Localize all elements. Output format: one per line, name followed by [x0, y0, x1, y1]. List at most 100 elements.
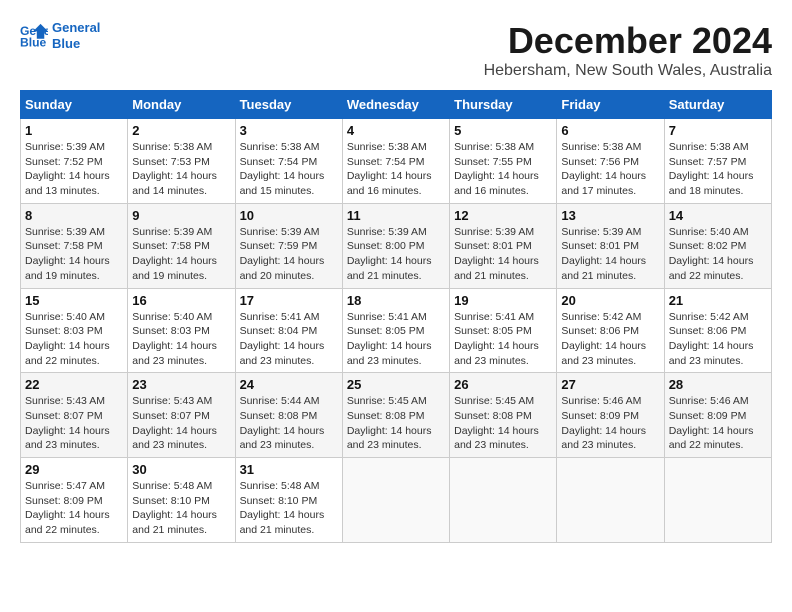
weekday-header-sunday: Sunday — [21, 91, 128, 119]
day-cell-11: 11Sunrise: 5:39 AM Sunset: 8:00 PM Dayli… — [342, 203, 449, 288]
day-info: Sunrise: 5:38 AM Sunset: 7:57 PM Dayligh… — [669, 140, 767, 199]
calendar-title: December 2024 — [484, 20, 772, 62]
day-info: Sunrise: 5:46 AM Sunset: 8:09 PM Dayligh… — [669, 394, 767, 453]
day-info: Sunrise: 5:38 AM Sunset: 7:54 PM Dayligh… — [240, 140, 338, 199]
calendar-table: SundayMondayTuesdayWednesdayThursdayFrid… — [20, 90, 772, 543]
weekday-header-wednesday: Wednesday — [342, 91, 449, 119]
weekday-header-friday: Friday — [557, 91, 664, 119]
day-cell-30: 30 Sunrise: 5:48 AM Sunset: 8:10 PM Dayli… — [128, 458, 235, 543]
day-info: Sunrise: 5:48 AM Sunset: 8:10 PM Dayligh… — [240, 479, 338, 538]
day-number: 25 — [347, 377, 445, 392]
logo-icon: General Blue — [20, 22, 48, 50]
day-number: 17 — [240, 293, 338, 308]
day-info: Sunrise: 5:44 AM Sunset: 8:08 PM Dayligh… — [240, 394, 338, 453]
day-info: Sunrise: 5:48 AM Sunset: 8:10 PM Dayligh… — [132, 479, 230, 538]
day-info: Sunrise: 5:39 AM Sunset: 7:58 PM Dayligh… — [25, 225, 123, 284]
day-cell-5: 5Sunrise: 5:38 AM Sunset: 7:55 PM Daylig… — [450, 119, 557, 204]
logo: General Blue General Blue — [20, 20, 100, 51]
day-cell-16: 16 Sunrise: 5:40 AM Sunset: 8:03 PM Dayli… — [128, 288, 235, 373]
day-cell-9: 9 Sunrise: 5:39 AM Sunset: 7:58 PM Daylig… — [128, 203, 235, 288]
header: General Blue General Blue December 2024 … — [20, 20, 772, 80]
day-number: 22 — [25, 377, 123, 392]
day-cell-1: 1Sunrise: 5:39 AM Sunset: 7:52 PM Daylig… — [21, 119, 128, 204]
day-number: 28 — [669, 377, 767, 392]
day-info: Sunrise: 5:42 AM Sunset: 8:06 PM Dayligh… — [561, 310, 659, 369]
day-info: Sunrise: 5:39 AM Sunset: 8:01 PM Dayligh… — [561, 225, 659, 284]
day-number: 30 — [132, 462, 230, 477]
day-info: Sunrise: 5:40 AM Sunset: 8:03 PM Dayligh… — [132, 310, 230, 369]
day-cell-10: 10Sunrise: 5:39 AM Sunset: 7:59 PM Dayli… — [235, 203, 342, 288]
day-number: 20 — [561, 293, 659, 308]
empty-cell — [664, 458, 771, 543]
day-number: 1 — [25, 123, 123, 138]
day-cell-2: 2 Sunrise: 5:38 AM Sunset: 7:53 PM Daylig… — [128, 119, 235, 204]
week-row-2: 8 Sunrise: 5:39 AM Sunset: 7:58 PM Daylig… — [21, 203, 772, 288]
day-info: Sunrise: 5:46 AM Sunset: 8:09 PM Dayligh… — [561, 394, 659, 453]
day-number: 15 — [25, 293, 123, 308]
day-cell-24: 24 Sunrise: 5:44 AM Sunset: 8:08 PM Dayli… — [235, 373, 342, 458]
day-number: 21 — [669, 293, 767, 308]
day-info: Sunrise: 5:41 AM Sunset: 8:04 PM Dayligh… — [240, 310, 338, 369]
empty-cell — [342, 458, 449, 543]
day-number: 24 — [240, 377, 338, 392]
day-cell-31: 31 Sunrise: 5:48 AM Sunset: 8:10 PM Dayli… — [235, 458, 342, 543]
day-cell-17: 17 Sunrise: 5:41 AM Sunset: 8:04 PM Dayli… — [235, 288, 342, 373]
day-cell-29: 29 Sunrise: 5:47 AM Sunset: 8:09 PM Dayli… — [21, 458, 128, 543]
day-number: 2 — [132, 123, 230, 138]
day-number: 4 — [347, 123, 445, 138]
weekday-header-tuesday: Tuesday — [235, 91, 342, 119]
empty-cell — [557, 458, 664, 543]
day-number: 8 — [25, 208, 123, 223]
week-row-1: 1Sunrise: 5:39 AM Sunset: 7:52 PM Daylig… — [21, 119, 772, 204]
calendar-subtitle: Hebersham, New South Wales, Australia — [484, 62, 772, 80]
empty-cell — [450, 458, 557, 543]
week-row-4: 22Sunrise: 5:43 AM Sunset: 8:07 PM Dayli… — [21, 373, 772, 458]
day-cell-12: 12 Sunrise: 5:39 AM Sunset: 8:01 PM Dayli… — [450, 203, 557, 288]
day-number: 13 — [561, 208, 659, 223]
day-number: 9 — [132, 208, 230, 223]
day-number: 11 — [347, 208, 445, 223]
day-number: 12 — [454, 208, 552, 223]
day-cell-18: 18Sunrise: 5:41 AM Sunset: 8:05 PM Dayli… — [342, 288, 449, 373]
week-row-3: 15 Sunrise: 5:40 AM Sunset: 8:03 PM Dayli… — [21, 288, 772, 373]
day-cell-13: 13 Sunrise: 5:39 AM Sunset: 8:01 PM Dayli… — [557, 203, 664, 288]
day-cell-20: 20 Sunrise: 5:42 AM Sunset: 8:06 PM Dayli… — [557, 288, 664, 373]
day-cell-22: 22Sunrise: 5:43 AM Sunset: 8:07 PM Dayli… — [21, 373, 128, 458]
day-cell-14: 14 Sunrise: 5:40 AM Sunset: 8:02 PM Dayli… — [664, 203, 771, 288]
day-cell-25: 25 Sunrise: 5:45 AM Sunset: 8:08 PM Dayli… — [342, 373, 449, 458]
day-cell-4: 4Sunrise: 5:38 AM Sunset: 7:54 PM Daylig… — [342, 119, 449, 204]
day-cell-15: 15 Sunrise: 5:40 AM Sunset: 8:03 PM Dayli… — [21, 288, 128, 373]
day-info: Sunrise: 5:38 AM Sunset: 7:56 PM Dayligh… — [561, 140, 659, 199]
weekday-header-saturday: Saturday — [664, 91, 771, 119]
day-info: Sunrise: 5:39 AM Sunset: 8:01 PM Dayligh… — [454, 225, 552, 284]
day-number: 29 — [25, 462, 123, 477]
day-info: Sunrise: 5:42 AM Sunset: 8:06 PM Dayligh… — [669, 310, 767, 369]
day-number: 5 — [454, 123, 552, 138]
day-info: Sunrise: 5:45 AM Sunset: 8:08 PM Dayligh… — [347, 394, 445, 453]
day-info: Sunrise: 5:45 AM Sunset: 8:08 PM Dayligh… — [454, 394, 552, 453]
day-cell-23: 23Sunrise: 5:43 AM Sunset: 8:07 PM Dayli… — [128, 373, 235, 458]
day-info: Sunrise: 5:39 AM Sunset: 7:58 PM Dayligh… — [132, 225, 230, 284]
day-info: Sunrise: 5:40 AM Sunset: 8:03 PM Dayligh… — [25, 310, 123, 369]
day-number: 7 — [669, 123, 767, 138]
day-info: Sunrise: 5:41 AM Sunset: 8:05 PM Dayligh… — [454, 310, 552, 369]
day-cell-21: 21 Sunrise: 5:42 AM Sunset: 8:06 PM Dayli… — [664, 288, 771, 373]
day-number: 31 — [240, 462, 338, 477]
day-info: Sunrise: 5:38 AM Sunset: 7:53 PM Dayligh… — [132, 140, 230, 199]
day-number: 14 — [669, 208, 767, 223]
day-info: Sunrise: 5:39 AM Sunset: 7:59 PM Dayligh… — [240, 225, 338, 284]
day-number: 19 — [454, 293, 552, 308]
day-cell-27: 27 Sunrise: 5:46 AM Sunset: 8:09 PM Dayli… — [557, 373, 664, 458]
logo-line2: Blue — [52, 36, 100, 52]
day-cell-28: 28 Sunrise: 5:46 AM Sunset: 8:09 PM Dayli… — [664, 373, 771, 458]
weekday-header-row: SundayMondayTuesdayWednesdayThursdayFrid… — [21, 91, 772, 119]
day-number: 27 — [561, 377, 659, 392]
day-number: 23 — [132, 377, 230, 392]
day-number: 26 — [454, 377, 552, 392]
day-number: 16 — [132, 293, 230, 308]
day-cell-7: 7 Sunrise: 5:38 AM Sunset: 7:57 PM Daylig… — [664, 119, 771, 204]
day-info: Sunrise: 5:40 AM Sunset: 8:02 PM Dayligh… — [669, 225, 767, 284]
day-info: Sunrise: 5:47 AM Sunset: 8:09 PM Dayligh… — [25, 479, 123, 538]
day-cell-8: 8 Sunrise: 5:39 AM Sunset: 7:58 PM Daylig… — [21, 203, 128, 288]
day-number: 18 — [347, 293, 445, 308]
